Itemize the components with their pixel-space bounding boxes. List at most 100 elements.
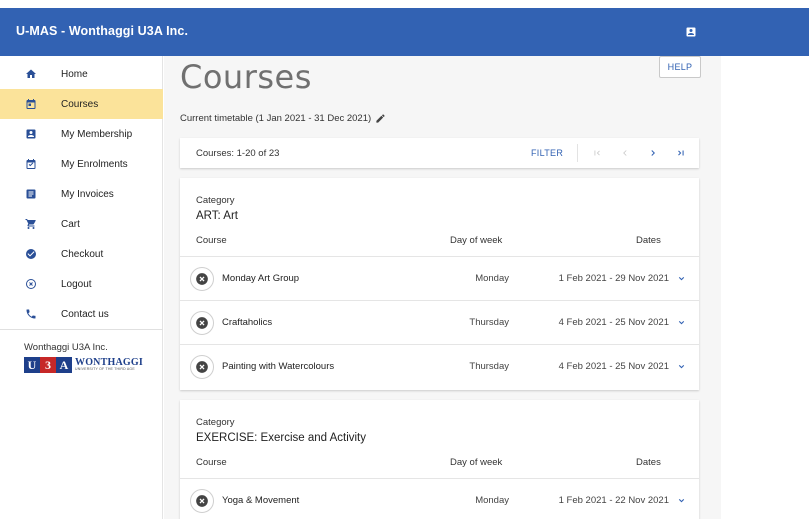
sidebar-item-label: Courses xyxy=(61,98,99,110)
sidebar-item-label: My Enrolments xyxy=(61,158,128,170)
sidebar-item-courses[interactable]: Courses xyxy=(0,89,163,119)
remove-course-button[interactable] xyxy=(190,489,214,513)
first-page-icon xyxy=(594,150,600,156)
right-gutter xyxy=(721,56,809,519)
timetable-label: Current timetable (1 Jan 2021 - 31 Dec 2… xyxy=(180,113,372,124)
column-header-dates: Dates xyxy=(636,235,661,246)
first-page-button[interactable] xyxy=(590,146,604,160)
page-range: Courses: 1-20 of 23 xyxy=(196,148,280,159)
category-name: ART: Art xyxy=(196,210,238,222)
sidebar-item-label: Logout xyxy=(61,278,92,290)
chevron-down-icon xyxy=(678,320,684,324)
column-header-day: Day of week xyxy=(450,235,503,246)
invoice-list-icon xyxy=(24,187,38,201)
cart-icon xyxy=(24,217,38,231)
calendar-icon xyxy=(24,97,38,111)
account-box-icon xyxy=(686,27,696,37)
chevron-left-icon xyxy=(623,150,627,156)
category-caption: Category xyxy=(196,417,235,428)
sidebar-item-label: Checkout xyxy=(61,248,104,260)
membership-card-icon xyxy=(24,127,38,141)
course-day: Thursday xyxy=(469,317,509,328)
sidebar-item-label: Cart xyxy=(61,218,80,230)
close-circle-icon xyxy=(196,495,208,507)
course-name: Monday Art Group xyxy=(222,273,300,284)
close-circle-icon xyxy=(24,277,38,291)
category-card: Category EXERCISE: Exercise and Activity… xyxy=(180,400,699,519)
close-circle-icon xyxy=(196,361,208,373)
table-row[interactable]: Craftaholics Thursday 4 Feb 2021 - 25 No… xyxy=(180,300,699,344)
category-name: EXERCISE: Exercise and Activity xyxy=(196,432,367,444)
category-card: Category ART: Art Course Day of week Dat… xyxy=(180,178,699,390)
remove-course-button[interactable] xyxy=(190,355,214,379)
category-caption: Category xyxy=(196,195,235,206)
edit-pencil-icon[interactable] xyxy=(375,113,386,124)
sidebar-item-my-enrolments[interactable]: My Enrolments xyxy=(0,149,163,179)
org-name: Wonthaggi U3A Inc. xyxy=(24,342,108,353)
logo-text: WONTHAGGI UNIVERSITY OF THE THIRD AGE xyxy=(75,358,143,372)
course-day: Monday xyxy=(475,495,509,506)
table-row[interactable]: Monday Art Group Monday 1 Feb 2021 - 29 … xyxy=(180,256,699,300)
phone-icon xyxy=(24,307,38,321)
sidebar-item-label: My Membership xyxy=(61,128,133,140)
sidebar-item-cart[interactable]: Cart xyxy=(0,209,163,239)
course-name: Painting with Watercolours xyxy=(222,361,335,372)
course-day: Monday xyxy=(475,273,509,284)
last-page-button[interactable] xyxy=(674,146,688,160)
main-content: Courses HELP Current timetable (1 Jan 20… xyxy=(164,56,721,519)
sidebar: Home Courses My Membership My Enrolments… xyxy=(0,56,163,519)
expand-row-button[interactable] xyxy=(675,494,687,506)
pagination-bar: Courses: 1-20 of 23 FILTER xyxy=(180,138,699,168)
page-title: Courses xyxy=(180,58,312,96)
remove-course-button[interactable] xyxy=(190,267,214,291)
course-day: Thursday xyxy=(469,361,509,372)
org-logo: U 3 A WONTHAGGI UNIVERSITY OF THE THIRD … xyxy=(24,356,148,374)
filter-button[interactable]: FILTER xyxy=(531,148,563,158)
help-button[interactable]: HELP xyxy=(659,56,701,78)
sidebar-item-contact-us[interactable]: Contact us xyxy=(0,299,163,329)
close-circle-icon xyxy=(196,273,208,285)
table-row[interactable]: Yoga & Movement Monday 1 Feb 2021 - 22 N… xyxy=(180,478,699,519)
course-dates: 4 Feb 2021 - 25 Nov 2021 xyxy=(558,361,669,372)
table-row[interactable]: Painting with Watercolours Thursday 4 Fe… xyxy=(180,344,699,388)
chevron-right-icon xyxy=(651,150,655,156)
logo-block: A xyxy=(56,357,72,373)
next-page-button[interactable] xyxy=(646,146,660,160)
last-page-icon xyxy=(678,150,684,156)
previous-page-button[interactable] xyxy=(618,146,632,160)
course-dates: 1 Feb 2021 - 29 Nov 2021 xyxy=(558,273,669,284)
chevron-down-icon xyxy=(678,276,684,280)
column-header-course: Course xyxy=(196,457,227,468)
course-dates: 1 Feb 2021 - 22 Nov 2021 xyxy=(558,495,669,506)
sidebar-item-my-membership[interactable]: My Membership xyxy=(0,119,163,149)
chevron-down-icon xyxy=(678,498,684,502)
course-dates: 4 Feb 2021 - 25 Nov 2021 xyxy=(558,317,669,328)
column-header-day: Day of week xyxy=(450,457,503,468)
remove-course-button[interactable] xyxy=(190,311,214,335)
app-bar: U-MAS - Wonthaggi U3A Inc. xyxy=(0,8,809,56)
sidebar-item-checkout[interactable]: Checkout xyxy=(0,239,163,269)
sidebar-item-my-invoices[interactable]: My Invoices xyxy=(0,179,163,209)
sidebar-item-home[interactable]: Home xyxy=(0,59,163,89)
home-icon xyxy=(24,67,38,81)
expand-row-button[interactable] xyxy=(675,272,687,284)
pagination-divider xyxy=(577,144,578,162)
course-name: Yoga & Movement xyxy=(222,495,300,506)
calendar-check-icon xyxy=(24,157,38,171)
sidebar-item-logout[interactable]: Logout xyxy=(0,269,163,299)
logo-block: U xyxy=(24,357,40,373)
expand-row-button[interactable] xyxy=(675,360,687,372)
timetable-selector: Current timetable (1 Jan 2021 - 31 Dec 2… xyxy=(180,113,386,124)
logo-block: 3 xyxy=(40,357,56,373)
sidebar-item-label: Contact us xyxy=(61,308,109,320)
app-title: U-MAS - Wonthaggi U3A Inc. xyxy=(16,24,189,38)
expand-row-button[interactable] xyxy=(675,316,687,328)
sidebar-divider xyxy=(0,329,163,330)
close-circle-icon xyxy=(196,317,208,329)
column-header-dates: Dates xyxy=(636,457,661,468)
chevron-down-icon xyxy=(678,364,684,368)
logo-sub: UNIVERSITY OF THE THIRD AGE xyxy=(75,367,135,372)
account-button[interactable] xyxy=(682,23,700,41)
sidebar-item-label: Home xyxy=(61,68,88,80)
column-header-course: Course xyxy=(196,235,227,246)
